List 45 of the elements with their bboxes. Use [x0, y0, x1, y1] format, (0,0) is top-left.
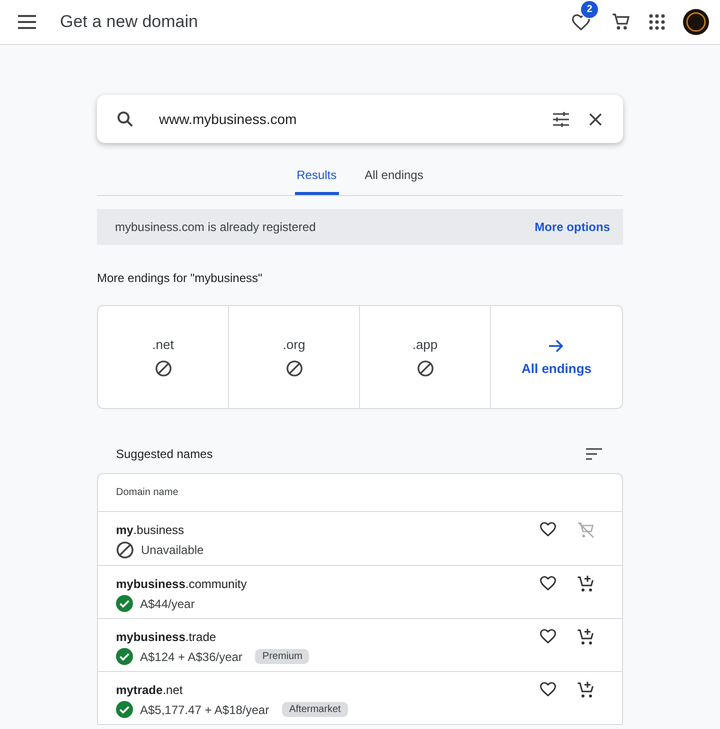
tab[interactable]: Results	[294, 161, 339, 195]
all-endings-link[interactable]: All endings	[521, 360, 592, 376]
domain-name[interactable]: mytrade.net	[116, 683, 183, 697]
price-text: A$124 + A$36/year	[140, 650, 242, 664]
heart-icon[interactable]	[539, 628, 557, 644]
page-title: Get a new domain	[60, 12, 198, 32]
count-badge: 2	[580, 0, 599, 19]
heart-icon[interactable]	[539, 681, 557, 697]
price-text: Unavailable	[141, 543, 204, 557]
unavailable-icon	[416, 360, 434, 377]
cart-icon[interactable]	[611, 12, 631, 32]
close-icon[interactable]	[589, 112, 602, 126]
tab[interactable]: All endings	[362, 161, 426, 195]
heart-icon[interactable]	[539, 575, 557, 591]
apps-grid-icon[interactable]	[649, 14, 665, 30]
tag: Premium	[255, 649, 310, 664]
column-header: Domain name	[116, 487, 178, 498]
section-heading: More endings for "mybusiness"	[97, 271, 264, 285]
ending-label: .app	[412, 337, 438, 352]
cart-off-icon	[577, 521, 595, 539]
section-heading: Suggested names	[116, 447, 213, 461]
domain-name[interactable]: mybusiness.community	[116, 577, 247, 591]
search-icon	[117, 111, 133, 127]
unavailable-icon	[286, 360, 302, 377]
notice-text: mybusiness.com is already registered	[115, 220, 316, 234]
search-field[interactable]: www.mybusiness.com	[97, 95, 623, 143]
price-text: A$44/year	[140, 596, 195, 610]
heart-icon[interactable]	[539, 521, 557, 537]
menu-icon[interactable]	[18, 15, 36, 29]
domain-name[interactable]: my.business	[116, 523, 184, 537]
more-options-link[interactable]: More options	[534, 220, 610, 234]
add-to-cart-icon[interactable]	[577, 575, 595, 593]
ending-label: .org	[282, 337, 306, 352]
price-text: A$5,177.47 + A$18/year	[140, 702, 270, 716]
ending-label: .net	[152, 337, 174, 352]
avatar[interactable]	[683, 9, 709, 35]
domain-name[interactable]: mybusiness.trade	[116, 630, 216, 644]
add-to-cart-icon[interactable]	[577, 628, 595, 646]
arrow-right-icon[interactable]	[549, 338, 564, 352]
heart-icon[interactable]	[571, 13, 591, 31]
sort-icon[interactable]	[586, 448, 602, 460]
add-to-cart-icon[interactable]	[577, 681, 595, 699]
filter-sliders-icon[interactable]	[553, 112, 569, 126]
unavailable-icon	[154, 360, 172, 377]
tag: Aftermarket	[282, 702, 348, 717]
